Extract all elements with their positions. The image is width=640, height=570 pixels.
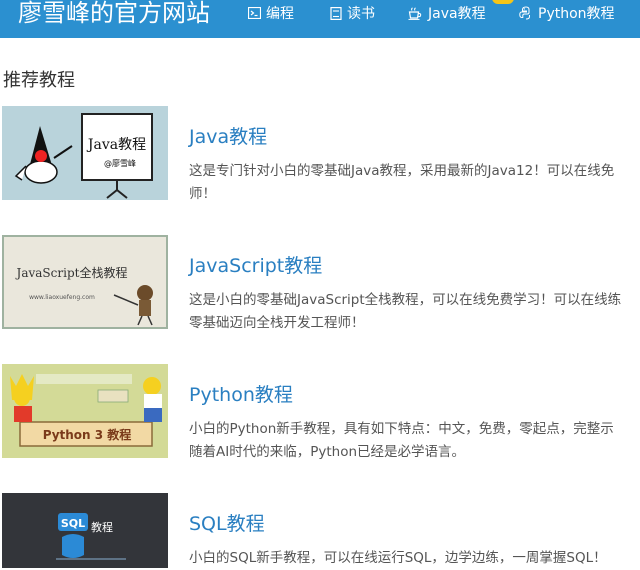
nav-label: 读书 (347, 6, 375, 22)
course-thumbnail[interactable]: Java教程 @廖雪峰 (2, 106, 168, 200)
terminal-icon (248, 7, 261, 19)
description-line: 师！ (189, 186, 216, 202)
description-line: 这是小白的零基础JavaScript全栈教程，可以在线免费学习！可以在线练 (189, 292, 622, 308)
description-line: 小白的Python新手教程，具有如下特点：中文，免费，零起点，完整示 (189, 421, 614, 437)
thumb-title-text: JavaScript全栈教程 (15, 265, 128, 280)
nav-label: Python教程 (538, 6, 615, 22)
course-item-python: Python 3 教程 Python教程 小白的Python新手教程，具有如下特… (0, 364, 640, 460)
nav-label: Java教程 (428, 6, 486, 22)
nav-item-python[interactable]: Python教程 (519, 0, 615, 26)
nav-item-reading[interactable]: 读书 (330, 0, 375, 26)
course-title-link[interactable]: Python教程 (189, 380, 293, 407)
sql-tutorial-thumbnail-image: SQL 教程 (2, 493, 168, 568)
course-item-javascript: JavaScript全栈教程 www.liaoxuefeng.com JavaS… (0, 235, 640, 331)
description-line: 小白的SQL新手教程，可以在线运行SQL，边学边练，一周掌握SQL！ (189, 550, 607, 566)
course-thumbnail[interactable]: Python 3 教程 (2, 364, 168, 458)
course-title-link[interactable]: Java教程 (189, 122, 267, 149)
course-description: 这是小白的零基础JavaScript全栈教程，可以在线免费学习！可以在线练 零基… (189, 289, 640, 335)
thumb-sub-text: @廖雪峰 (104, 158, 136, 168)
java-tutorial-thumbnail-image: Java教程 @廖雪峰 (2, 106, 168, 200)
description-line: 随着AI时代的来临，Python已经是必学语言。 (189, 444, 466, 460)
section-title: 推荐教程 (3, 70, 75, 91)
top-nav-bar: 廖雪峰的官方网站 编程 读书 Java教程 Python教程 (0, 0, 640, 38)
book-icon (330, 6, 342, 20)
course-description: 这是专门针对小白的零基础Java教程，采用最新的Java12！可以在线免 师！ (189, 160, 640, 206)
thumb-sub-text: www.liaoxuefeng.com (29, 294, 95, 301)
python-tutorial-thumbnail-image: Python 3 教程 (2, 364, 168, 458)
nav-label: 编程 (266, 6, 294, 22)
thumb-sub-text: 教程 (91, 521, 113, 534)
python-icon (519, 6, 530, 20)
javascript-tutorial-thumbnail-image: JavaScript全栈教程 www.liaoxuefeng.com (2, 235, 168, 329)
notification-badge (492, 0, 514, 4)
coffee-cup-icon (408, 6, 422, 20)
thumb-title-text: Java教程 (86, 137, 146, 153)
course-thumbnail[interactable]: JavaScript全栈教程 www.liaoxuefeng.com (2, 235, 168, 329)
course-description: 小白的Python新手教程，具有如下特点：中文，免费，零起点，完整示 随着AI时… (189, 418, 640, 464)
site-title[interactable]: 廖雪峰的官方网站 (18, 0, 210, 30)
course-description: 小白的SQL新手教程，可以在线运行SQL，边学边练，一周掌握SQL！ (189, 547, 640, 570)
course-thumbnail[interactable]: SQL 教程 (2, 493, 168, 568)
course-title-link[interactable]: SQL教程 (189, 509, 265, 536)
thumb-title-text: SQL (61, 517, 85, 530)
nav-item-java[interactable]: Java教程 (408, 0, 486, 26)
description-line: 零基础迈向全栈开发工程师！ (189, 315, 365, 331)
nav-item-programming[interactable]: 编程 (248, 0, 294, 26)
thumb-title-text: Python 3 教程 (43, 427, 132, 442)
description-line: 这是专门针对小白的零基础Java教程，采用最新的Java12！可以在线免 (189, 163, 615, 179)
course-item-sql: SQL 教程 SQL教程 小白的SQL新手教程，可以在线运行SQL，边学边练，一… (0, 493, 640, 568)
course-item-java: Java教程 @廖雪峰 Java教程 这是专门针对小白的零基础Java教程，采用… (0, 106, 640, 202)
course-title-link[interactable]: JavaScript教程 (189, 251, 322, 278)
